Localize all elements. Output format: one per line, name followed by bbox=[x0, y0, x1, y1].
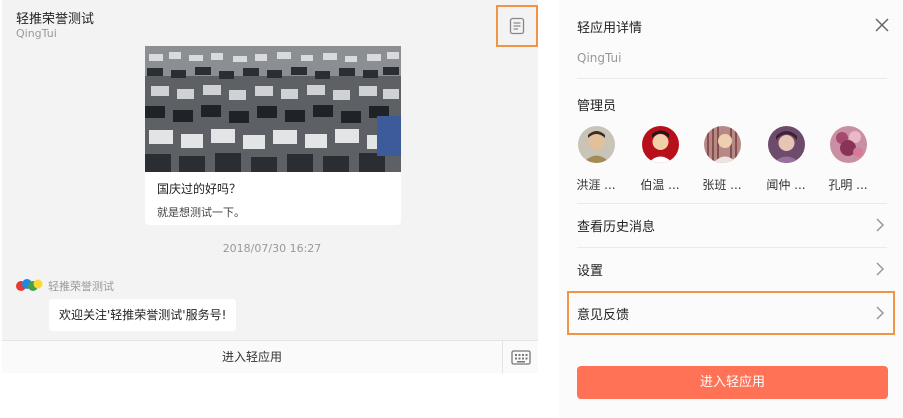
admins-label: 管理员 bbox=[577, 99, 617, 114]
avatar bbox=[829, 126, 867, 163]
enter-app-button[interactable]: 进入轻应用 bbox=[577, 366, 888, 399]
avatar bbox=[703, 126, 741, 163]
avatar bbox=[577, 126, 615, 163]
chevron-right-icon bbox=[876, 218, 885, 232]
admin-item[interactable]: 张班 ... bbox=[692, 126, 752, 193]
footer-divider bbox=[502, 341, 503, 374]
avatar bbox=[641, 126, 679, 163]
row-label: 意见反馈 bbox=[577, 308, 630, 323]
message-bubble: 欢迎关注'轻推荣誉测试'服务号! bbox=[49, 299, 237, 331]
message-timestamp: 2018/07/30 16:27 bbox=[222, 242, 322, 255]
sender-name: 轻推荣誉测试 bbox=[48, 280, 114, 293]
document-icon bbox=[509, 17, 525, 35]
chat-window: 轻推荣誉测试 QingTui 国庆过的好吗？ 就是想测试一下。 2018/07/… bbox=[2, 0, 538, 374]
chat-title: 轻推荣誉测试 bbox=[16, 12, 95, 27]
admin-item[interactable]: 洪涯 ... bbox=[566, 126, 626, 193]
row-label: 查看历史消息 bbox=[577, 220, 656, 235]
admin-item[interactable]: 闻仲 ... bbox=[756, 126, 816, 193]
panel-subtitle: QingTui bbox=[577, 51, 622, 65]
admin-name: 张班 ... bbox=[702, 178, 742, 192]
history-messages-row[interactable]: 查看历史消息 bbox=[567, 203, 895, 247]
keyboard-icon[interactable] bbox=[511, 349, 531, 366]
chevron-right-icon bbox=[876, 306, 885, 320]
divider bbox=[577, 78, 887, 79]
chat-subtitle: QingTui bbox=[16, 27, 57, 40]
admin-name: 伯温 ... bbox=[640, 178, 680, 192]
admin-name: 洪涯 ... bbox=[576, 178, 616, 192]
admin-item[interactable]: 孔明 ... bbox=[818, 126, 878, 193]
chevron-right-icon bbox=[876, 262, 885, 276]
admin-name: 闻仲 ... bbox=[766, 178, 806, 192]
chat-footer: 进入轻应用 bbox=[2, 340, 538, 374]
card-description: 就是想测试一下。 bbox=[157, 206, 245, 219]
admin-name: 孔明 ... bbox=[828, 178, 868, 192]
app-detail-button[interactable] bbox=[496, 5, 538, 47]
sender-avatar bbox=[16, 279, 43, 291]
feedback-row[interactable]: 意见反馈 bbox=[567, 291, 895, 335]
panel-title: 轻应用详情 bbox=[577, 21, 643, 36]
enter-app-link[interactable]: 进入轻应用 bbox=[2, 341, 502, 374]
app-detail-panel: 轻应用详情 QingTui 管理员 洪涯 ... 伯温 ... 张班 ... 闻… bbox=[559, 0, 903, 418]
chat-header: 轻推荣誉测试 QingTui bbox=[2, 0, 538, 47]
row-label: 设置 bbox=[577, 264, 604, 279]
card-title: 国庆过的好吗？ bbox=[157, 182, 242, 196]
settings-row[interactable]: 设置 bbox=[567, 247, 895, 291]
admin-item[interactable]: 伯温 ... bbox=[630, 126, 690, 193]
avatar bbox=[767, 126, 805, 163]
news-card[interactable]: 国庆过的好吗？ 就是想测试一下。 bbox=[145, 46, 401, 225]
card-image bbox=[145, 46, 401, 172]
close-icon[interactable] bbox=[873, 16, 891, 34]
